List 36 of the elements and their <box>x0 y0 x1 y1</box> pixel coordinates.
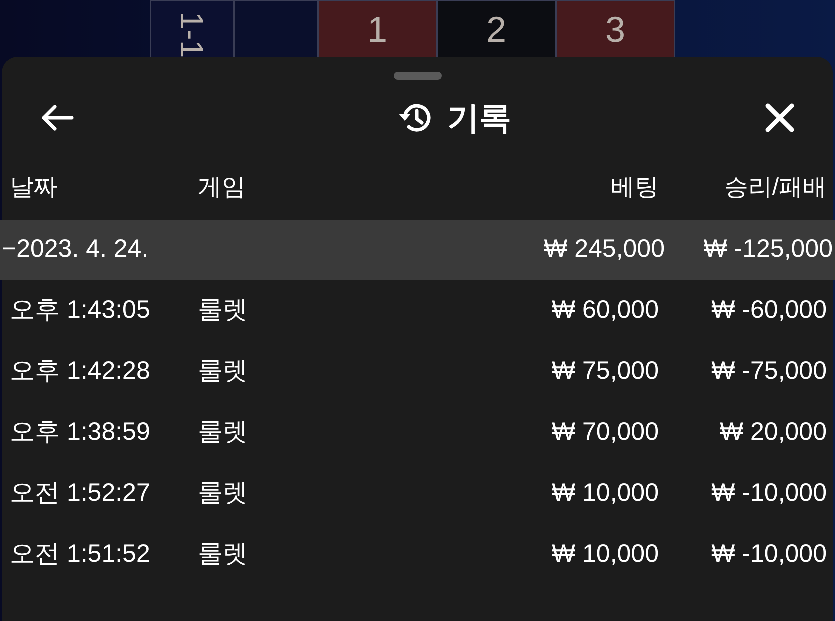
column-header: 승리/패배 <box>723 173 827 203</box>
back-arrow-icon[interactable] <box>40 104 74 132</box>
column-header: 베팅 <box>610 173 659 203</box>
table-cell-text: 오후 1:43:05 <box>10 294 152 326</box>
cell-number: 3 <box>605 8 626 52</box>
table-cell-text: ₩ 60,000 <box>550 294 659 326</box>
panel-title: 기록 <box>448 99 512 138</box>
column-header: 게임 <box>198 173 247 203</box>
table-cell-text: 오후 1:42:28 <box>10 356 152 387</box>
total-result: ₩ -125,000 <box>702 234 833 266</box>
table-cell-text: ₩ 70,000 <box>550 416 659 448</box>
table-cell-text: 룰렛 <box>198 416 249 448</box>
table-cell-text: 룰렛 <box>198 294 249 326</box>
table-cell-text: ₩ 10,000 <box>550 478 659 509</box>
table-cell-text: ₩ 20,000 <box>718 416 827 448</box>
table-cell-text: ₩ 75,000 <box>550 356 659 387</box>
cell-number: 1 <box>367 8 388 52</box>
close-icon[interactable] <box>765 103 795 133</box>
table-cell-text: 룰렛 <box>198 538 249 570</box>
date-label: −2023. 4. 24. <box>2 234 150 266</box>
table-cell-text: ₩ -75,000 <box>710 356 827 387</box>
table-cell-text: 오전 1:52:27 <box>10 478 152 509</box>
table-cell-text: 룰렛 <box>198 478 249 509</box>
column-header: 날짜 <box>10 173 59 203</box>
drag-handle[interactable] <box>394 72 442 80</box>
total-bet: ₩ 245,000 <box>543 234 665 266</box>
cell-number: 2 <box>486 8 507 52</box>
table-cell-text: ₩ -10,000 <box>710 478 827 509</box>
table-cell-text: 오후 1:38:59 <box>10 416 152 448</box>
cell-number: 1-1 <box>173 12 211 58</box>
table-cell-text: 오전 1:51:52 <box>10 538 152 570</box>
table-cell-text: ₩ -10,000 <box>710 538 827 570</box>
table-cell-text: 룰렛 <box>198 356 249 387</box>
table-cell-text: ₩ -60,000 <box>710 294 827 326</box>
date-group-row[interactable]: −2023. 4. 24. ₩ 245,000 ₩ -125,000 <box>0 220 835 280</box>
table-cell-text: ₩ 10,000 <box>550 538 659 570</box>
